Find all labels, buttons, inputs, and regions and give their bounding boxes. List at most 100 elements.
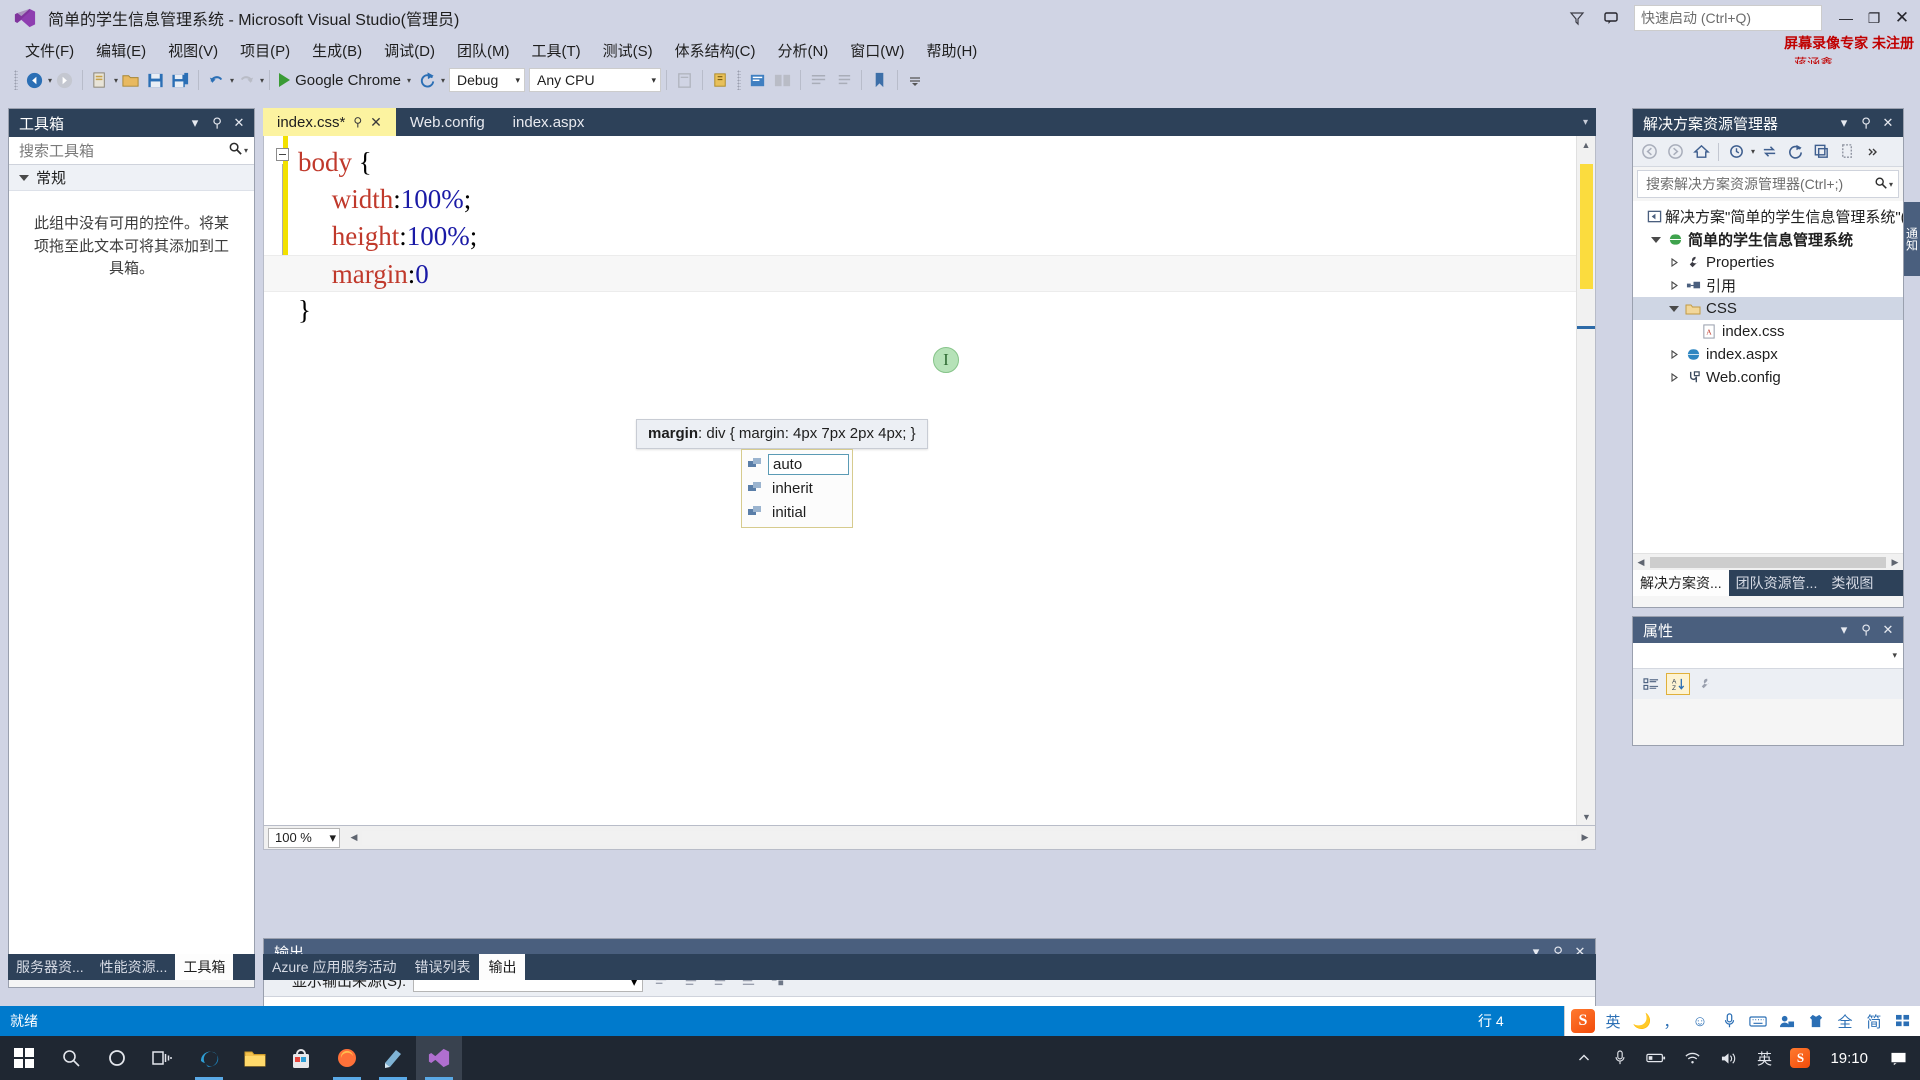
expand-toolbar-icon[interactable] bbox=[903, 67, 927, 93]
expander-collapsed-icon[interactable] bbox=[1665, 350, 1683, 359]
menu-test[interactable]: 测试(S) bbox=[592, 37, 664, 64]
chevron-down-icon[interactable]: ▾ bbox=[244, 146, 248, 155]
hscroll-track[interactable] bbox=[362, 831, 1577, 845]
navigate-forward-icon[interactable] bbox=[52, 67, 77, 93]
menu-team[interactable]: 团队(M) bbox=[446, 37, 521, 64]
undo-icon[interactable] bbox=[204, 67, 229, 93]
tree-node-solution[interactable]: 解决方案"简单的学生信息管理系统"( bbox=[1633, 205, 1903, 228]
home-icon[interactable] bbox=[1689, 140, 1713, 164]
scroll-right-icon[interactable]: ▶ bbox=[1577, 832, 1593, 843]
menu-architecture[interactable]: 体系结构(C) bbox=[664, 37, 767, 64]
menu-view[interactable]: 视图(V) bbox=[157, 37, 229, 64]
taskbar-file-explorer-icon[interactable] bbox=[232, 1036, 278, 1080]
start-debugging-button[interactable]: Google Chrome ▾ bbox=[275, 67, 415, 93]
tree-node-web-config[interactable]: Web.config bbox=[1633, 366, 1903, 389]
scroll-right-icon[interactable]: ▶ bbox=[1887, 557, 1903, 568]
editor-tab-index-aspx[interactable]: index.aspx bbox=[499, 108, 599, 136]
tab-error-list[interactable]: 错误列表 bbox=[405, 954, 479, 980]
pending-changes-icon[interactable] bbox=[1724, 140, 1748, 164]
autohide-tab-notifications[interactable]: 通知 bbox=[1904, 202, 1920, 276]
taskbar-cortana-icon[interactable] bbox=[94, 1036, 140, 1080]
maximize-button[interactable]: ❐ bbox=[1860, 5, 1888, 31]
user-icon[interactable] bbox=[1776, 1010, 1798, 1032]
open-file-icon[interactable] bbox=[118, 67, 143, 93]
editor-vertical-scrollbar[interactable]: ▲ ▼ bbox=[1576, 136, 1595, 826]
start-debugging-dropdown-icon[interactable]: ▾ bbox=[407, 76, 411, 85]
pin-icon[interactable]: ⚲ bbox=[1855, 619, 1877, 641]
pin-icon[interactable]: ⚲ bbox=[206, 112, 228, 134]
toolbox-search-input[interactable]: 搜索工具箱 ▾ bbox=[9, 137, 254, 165]
mic-icon[interactable] bbox=[1718, 1010, 1740, 1032]
menu-edit[interactable]: 编辑(E) bbox=[85, 37, 157, 64]
redo-icon[interactable] bbox=[234, 67, 259, 93]
panel-icon[interactable] bbox=[770, 67, 795, 93]
taskbar-visual-studio-icon[interactable] bbox=[416, 1036, 462, 1080]
taskbar-notes-app-icon[interactable] bbox=[370, 1036, 416, 1080]
back-icon[interactable] bbox=[1637, 140, 1661, 164]
search-icon[interactable] bbox=[1874, 176, 1888, 193]
hscroll-thumb[interactable] bbox=[1650, 557, 1886, 568]
sogou-pinyin-logo[interactable]: S bbox=[1571, 1009, 1595, 1033]
properties-object-selector[interactable]: ▾ bbox=[1633, 643, 1903, 669]
minimize-button[interactable]: — bbox=[1832, 5, 1860, 31]
flag-icon[interactable] bbox=[708, 67, 733, 93]
mic-icon[interactable] bbox=[1602, 1036, 1638, 1080]
full-width-icon[interactable]: 全 bbox=[1834, 1010, 1856, 1032]
sync-icon[interactable] bbox=[1757, 140, 1781, 164]
editor-horizontal-scrollbar[interactable]: ◀ ▶ bbox=[346, 829, 1593, 847]
windows-start-icon[interactable] bbox=[0, 1036, 48, 1080]
tree-node-index-css[interactable]: A index.css bbox=[1633, 320, 1903, 343]
taskbar-task-view-icon[interactable] bbox=[140, 1036, 186, 1080]
show-hidden-icons-chevron[interactable] bbox=[1566, 1036, 1602, 1080]
solution-platform-combo[interactable]: Any CPU ▾ bbox=[529, 68, 661, 92]
completion-item-auto[interactable]: auto bbox=[742, 452, 852, 476]
simplified-icon[interactable]: 简 bbox=[1863, 1010, 1885, 1032]
expander-expanded-icon[interactable] bbox=[1665, 306, 1683, 312]
comma-icon[interactable]: ， bbox=[1660, 1010, 1682, 1032]
save-icon[interactable] bbox=[143, 67, 168, 93]
menu-build[interactable]: 生成(B) bbox=[301, 37, 373, 64]
completion-item-initial[interactable]: initial bbox=[742, 500, 852, 524]
moon-icon[interactable]: 🌙 bbox=[1631, 1010, 1653, 1032]
menu-help[interactable]: 帮助(H) bbox=[915, 37, 988, 64]
tab-toolbox[interactable]: 工具箱 bbox=[175, 954, 233, 980]
close-button[interactable]: ✕ bbox=[1888, 5, 1916, 31]
scroll-left-icon[interactable]: ◀ bbox=[1633, 557, 1649, 568]
tab-azure-app-service-activity[interactable]: Azure 应用服务活动 bbox=[263, 954, 405, 980]
show-all-files-icon[interactable] bbox=[1835, 140, 1859, 164]
close-icon[interactable]: ✕ bbox=[370, 114, 382, 131]
pending-changes-dropdown-icon[interactable]: ▾ bbox=[1751, 147, 1755, 156]
intellisense-completion-list[interactable]: auto inherit initial bbox=[741, 449, 853, 528]
tray-sogou-logo[interactable]: S bbox=[1782, 1036, 1818, 1080]
chevron-down-icon[interactable]: ▾ bbox=[1833, 112, 1855, 134]
taskbar-edge-icon[interactable] bbox=[186, 1036, 232, 1080]
solution-configuration-combo[interactable]: Debug ▾ bbox=[449, 68, 525, 92]
completion-item-inherit[interactable]: inherit bbox=[742, 476, 852, 500]
ime-mode-label[interactable]: 英 bbox=[1602, 1010, 1624, 1032]
zoom-level-combo[interactable]: 100 % ▾ bbox=[268, 828, 340, 848]
scroll-left-icon[interactable]: ◀ bbox=[346, 832, 362, 843]
step-icon[interactable] bbox=[745, 67, 770, 93]
menu-grid-icon[interactable] bbox=[1892, 1010, 1914, 1032]
properties-grid[interactable] bbox=[1633, 699, 1903, 745]
menu-debug[interactable]: 调试(D) bbox=[373, 37, 446, 64]
tab-team-explorer[interactable]: 团队资源管... bbox=[1729, 570, 1825, 596]
taskbar-clock[interactable]: 19:10 bbox=[1818, 1050, 1880, 1067]
tab-output[interactable]: 输出 bbox=[479, 954, 525, 980]
alphabetical-icon[interactable]: AZ bbox=[1666, 673, 1690, 695]
code-editor-surface[interactable]: body { width:100%; height:100%; margin:0… bbox=[263, 136, 1596, 826]
tab-solution-explorer[interactable]: 解决方案资... bbox=[1633, 570, 1729, 596]
editor-tab-web-config[interactable]: Web.config bbox=[396, 108, 499, 136]
solution-explorer-hscrollbar[interactable]: ◀ ▶ bbox=[1633, 553, 1903, 570]
battery-icon[interactable] bbox=[1638, 1036, 1674, 1080]
tab-class-view[interactable]: 类视图 bbox=[1824, 570, 1880, 596]
toolbox-group-general[interactable]: 常规 bbox=[9, 165, 254, 191]
chevron-down-icon[interactable]: ▾ bbox=[1833, 619, 1855, 641]
scroll-down-icon[interactable]: ▼ bbox=[1577, 808, 1596, 826]
expander-collapsed-icon[interactable] bbox=[1665, 258, 1683, 267]
scrollbar-thumb[interactable] bbox=[1580, 164, 1593, 289]
attach-icon[interactable] bbox=[672, 67, 697, 93]
tray-ime-label[interactable]: 英 bbox=[1746, 1036, 1782, 1080]
categorized-icon[interactable] bbox=[1639, 673, 1663, 695]
comment-icon[interactable] bbox=[1594, 3, 1628, 33]
